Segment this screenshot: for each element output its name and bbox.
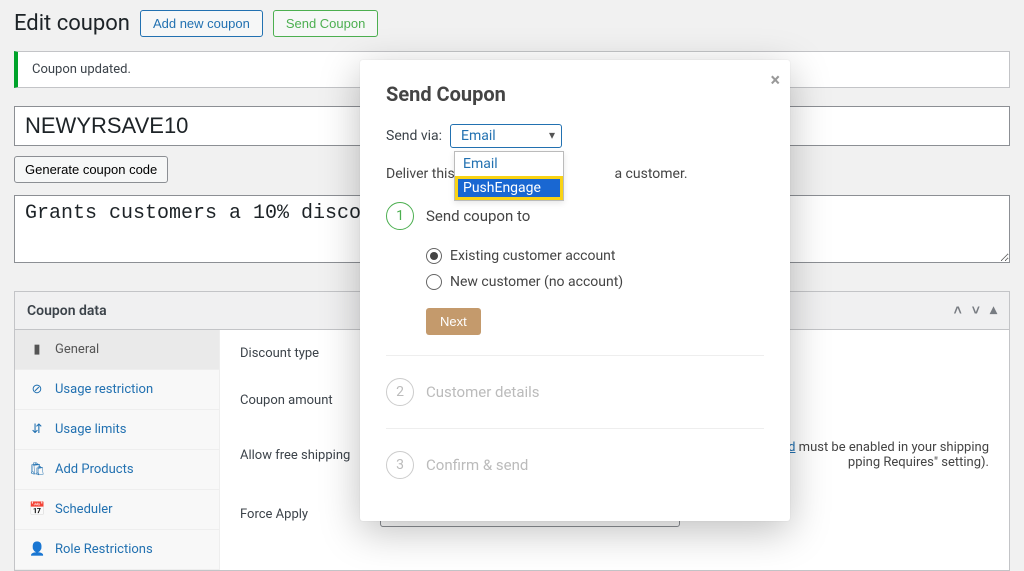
field-label: Force Apply <box>240 507 380 522</box>
tab-label: Add Products <box>55 462 134 477</box>
tab-role-restrictions[interactable]: 👤 Role Restrictions <box>15 530 219 570</box>
panel-title: Coupon data <box>27 303 107 319</box>
limits-icon: ⇵ <box>29 422 45 437</box>
ban-icon: ⊘ <box>29 382 45 397</box>
coupon-data-panel: Coupon data ˄ ˅ ▴ ▮ General ⊘ Usage rest… <box>14 291 1010 571</box>
calendar-icon: 📅 <box>29 502 45 517</box>
panel-down-icon[interactable]: ˅ <box>972 302 980 319</box>
tab-usage-restriction[interactable]: ⊘ Usage restriction <box>15 370 219 410</box>
coupon-code-wrap <box>14 106 1010 146</box>
notice-updated: Coupon updated. <box>14 51 1010 88</box>
field-label: Coupon amount <box>240 393 380 408</box>
ticket-icon: ▮ <box>29 342 45 357</box>
field-force-apply: Force Apply Disable <box>240 486 989 543</box>
field-label: Allow free shipping <box>240 448 380 463</box>
tab-scheduler[interactable]: 📅 Scheduler <box>15 490 219 530</box>
notice-text: Coupon updated. <box>32 62 131 77</box>
field-label: Discount type <box>240 346 380 361</box>
panel-handles: ˄ ˅ ▴ <box>954 302 997 319</box>
tab-usage-limits[interactable]: ⇵ Usage limits <box>15 410 219 450</box>
tab-add-products[interactable]: 🛍 Add Products <box>15 450 219 490</box>
page-title: Edit coupon <box>14 11 130 36</box>
tab-label: Role Restrictions <box>55 542 153 557</box>
generate-coupon-code-button[interactable]: Generate coupon code <box>14 156 168 183</box>
tab-label: General <box>55 342 99 357</box>
field-coupon-amount: Coupon amount <box>240 377 989 424</box>
radio-icon <box>426 274 442 290</box>
radio-new-customer[interactable]: New customer (no account) <box>426 274 764 290</box>
free-shipping-hint: d must be enabled in your shipping pping… <box>380 440 989 470</box>
field-discount-type: Discount type <box>240 330 989 377</box>
bag-icon: 🛍 <box>29 462 45 477</box>
panel-up-icon[interactable]: ˄ <box>954 302 962 319</box>
send-coupon-button[interactable]: Send Coupon <box>273 10 379 37</box>
tab-general[interactable]: ▮ General <box>15 330 219 370</box>
panel-header[interactable]: Coupon data ˄ ˅ ▴ <box>15 292 1009 330</box>
coupon-description-wrap <box>14 195 1010 267</box>
coupon-code-input[interactable] <box>14 106 1010 146</box>
tab-label: Usage restriction <box>55 382 153 397</box>
radio-label: New customer (no account) <box>450 274 623 290</box>
tab-label: Usage limits <box>55 422 126 437</box>
panel-toggle-icon[interactable]: ▴ <box>990 302 997 319</box>
page-header: Edit coupon Add new coupon Send Coupon <box>0 0 1024 51</box>
add-new-coupon-button[interactable]: Add new coupon <box>140 10 263 37</box>
panel-fields: Discount type Coupon amount Allow free s… <box>220 330 1009 570</box>
user-icon: 👤 <box>29 542 45 557</box>
field-free-shipping: Allow free shipping d must be enabled in… <box>240 424 989 486</box>
force-apply-select[interactable]: Disable <box>380 502 680 527</box>
tab-label: Scheduler <box>55 502 113 517</box>
panel-tabs: ▮ General ⊘ Usage restriction ⇵ Usage li… <box>15 330 220 570</box>
coupon-description-textarea[interactable] <box>14 195 1010 263</box>
